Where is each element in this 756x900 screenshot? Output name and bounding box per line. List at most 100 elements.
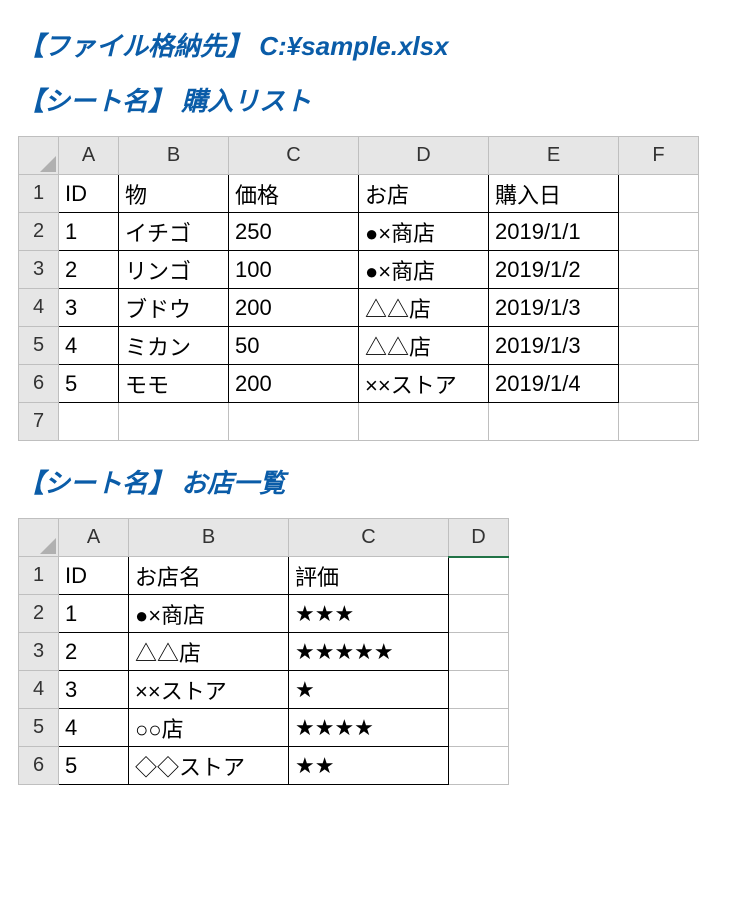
row-header-6[interactable]: 6 bbox=[19, 747, 59, 785]
cell[interactable]: 250 bbox=[229, 213, 359, 251]
row-header-4[interactable]: 4 bbox=[19, 671, 59, 709]
column-header-D[interactable]: D bbox=[359, 137, 489, 175]
row-header-2[interactable]: 2 bbox=[19, 595, 59, 633]
cell-empty[interactable] bbox=[449, 747, 509, 785]
cell[interactable]: 2 bbox=[59, 251, 119, 289]
table-row: 2 1 イチゴ 250 ●×商店 2019/1/1 bbox=[19, 213, 699, 251]
cell[interactable]: ブドウ bbox=[119, 289, 229, 327]
cell[interactable]: ●×商店 bbox=[359, 251, 489, 289]
cell[interactable]: ID bbox=[59, 175, 119, 213]
cell-empty[interactable] bbox=[489, 403, 619, 441]
row-header-2[interactable]: 2 bbox=[19, 213, 59, 251]
cell-empty[interactable] bbox=[119, 403, 229, 441]
cell[interactable]: 200 bbox=[229, 365, 359, 403]
cell[interactable]: お店 bbox=[359, 175, 489, 213]
column-header-B[interactable]: B bbox=[129, 519, 289, 557]
cell[interactable]: 2019/1/4 bbox=[489, 365, 619, 403]
cell[interactable]: モモ bbox=[119, 365, 229, 403]
column-header-F[interactable]: F bbox=[619, 137, 699, 175]
cell-empty[interactable] bbox=[619, 403, 699, 441]
table-row: 5 4 ○○店 ★★★★ bbox=[19, 709, 509, 747]
select-all-corner[interactable] bbox=[19, 519, 59, 557]
column-header-A[interactable]: A bbox=[59, 519, 129, 557]
row-header-7[interactable]: 7 bbox=[19, 403, 59, 441]
cell-empty[interactable] bbox=[449, 633, 509, 671]
cell[interactable]: ★★★ bbox=[289, 595, 449, 633]
cell-empty[interactable] bbox=[449, 671, 509, 709]
cell-empty[interactable] bbox=[619, 327, 699, 365]
cell[interactable]: △△店 bbox=[129, 633, 289, 671]
select-all-triangle-icon bbox=[40, 538, 56, 554]
cell-empty[interactable] bbox=[449, 709, 509, 747]
cell[interactable]: 3 bbox=[59, 289, 119, 327]
cell[interactable]: 2019/1/3 bbox=[489, 327, 619, 365]
cell[interactable]: ××ストア bbox=[359, 365, 489, 403]
column-header-B[interactable]: B bbox=[119, 137, 229, 175]
cell[interactable]: 2019/1/1 bbox=[489, 213, 619, 251]
cell-empty[interactable] bbox=[59, 403, 119, 441]
cell[interactable]: 3 bbox=[59, 671, 129, 709]
row-header-1[interactable]: 1 bbox=[19, 557, 59, 595]
cell[interactable]: ●×商店 bbox=[129, 595, 289, 633]
cell[interactable]: お店名 bbox=[129, 557, 289, 595]
cell-empty[interactable] bbox=[619, 175, 699, 213]
cell[interactable]: 4 bbox=[59, 709, 129, 747]
row-header-1[interactable]: 1 bbox=[19, 175, 59, 213]
row-header-6[interactable]: 6 bbox=[19, 365, 59, 403]
row-header-4[interactable]: 4 bbox=[19, 289, 59, 327]
table-row: 2 1 ●×商店 ★★★ bbox=[19, 595, 509, 633]
select-all-corner[interactable] bbox=[19, 137, 59, 175]
cell[interactable]: ××ストア bbox=[129, 671, 289, 709]
cell[interactable]: ◇◇ストア bbox=[129, 747, 289, 785]
cell[interactable]: ★★★★ bbox=[289, 709, 449, 747]
cell[interactable]: ○○店 bbox=[129, 709, 289, 747]
cell[interactable]: 購入日 bbox=[489, 175, 619, 213]
cell[interactable]: 1 bbox=[59, 213, 119, 251]
cell[interactable]: 価格 bbox=[229, 175, 359, 213]
table-row: 1 ID 物 価格 お店 購入日 bbox=[19, 175, 699, 213]
row-header-5[interactable]: 5 bbox=[19, 327, 59, 365]
table-row: 3 2 リンゴ 100 ●×商店 2019/1/2 bbox=[19, 251, 699, 289]
cell[interactable]: ★ bbox=[289, 671, 449, 709]
column-header-D[interactable]: D bbox=[449, 519, 509, 557]
cell[interactable]: 2 bbox=[59, 633, 129, 671]
cell[interactable]: 評価 bbox=[289, 557, 449, 595]
cell[interactable]: ★★ bbox=[289, 747, 449, 785]
column-header-A[interactable]: A bbox=[59, 137, 119, 175]
sheet2-label: 【シート名】 bbox=[18, 468, 174, 498]
cell[interactable]: 2019/1/2 bbox=[489, 251, 619, 289]
cell[interactable]: イチゴ bbox=[119, 213, 229, 251]
cell-empty[interactable] bbox=[619, 289, 699, 327]
cell[interactable]: 物 bbox=[119, 175, 229, 213]
cell[interactable]: △△店 bbox=[359, 289, 489, 327]
cell[interactable]: 100 bbox=[229, 251, 359, 289]
column-header-C[interactable]: C bbox=[289, 519, 449, 557]
cell[interactable]: ●×商店 bbox=[359, 213, 489, 251]
cell-empty[interactable] bbox=[359, 403, 489, 441]
cell-empty[interactable] bbox=[449, 595, 509, 633]
cell[interactable]: 5 bbox=[59, 747, 129, 785]
cell[interactable]: 4 bbox=[59, 327, 119, 365]
column-header-C[interactable]: C bbox=[229, 137, 359, 175]
row-header-3[interactable]: 3 bbox=[19, 251, 59, 289]
cell-empty[interactable] bbox=[619, 365, 699, 403]
cell-empty[interactable] bbox=[229, 403, 359, 441]
cell-empty[interactable] bbox=[619, 251, 699, 289]
cell[interactable]: 50 bbox=[229, 327, 359, 365]
cell[interactable]: ミカン bbox=[119, 327, 229, 365]
cell-empty[interactable] bbox=[619, 213, 699, 251]
cell[interactable]: 200 bbox=[229, 289, 359, 327]
spreadsheet-store-list: A B C D 1 ID お店名 評価 2 1 ●×商店 ★★★ 3 2 △△店… bbox=[18, 518, 509, 785]
cell[interactable]: ID bbox=[59, 557, 129, 595]
cell[interactable]: 5 bbox=[59, 365, 119, 403]
column-header-E[interactable]: E bbox=[489, 137, 619, 175]
cell[interactable]: 2019/1/3 bbox=[489, 289, 619, 327]
cell[interactable]: ★★★★★ bbox=[289, 633, 449, 671]
cell[interactable]: リンゴ bbox=[119, 251, 229, 289]
row-header-5[interactable]: 5 bbox=[19, 709, 59, 747]
cell-empty[interactable] bbox=[449, 557, 509, 595]
row-header-3[interactable]: 3 bbox=[19, 633, 59, 671]
cell[interactable]: 1 bbox=[59, 595, 129, 633]
file-location-label: 【ファイル格納先】 bbox=[18, 31, 252, 61]
cell[interactable]: △△店 bbox=[359, 327, 489, 365]
